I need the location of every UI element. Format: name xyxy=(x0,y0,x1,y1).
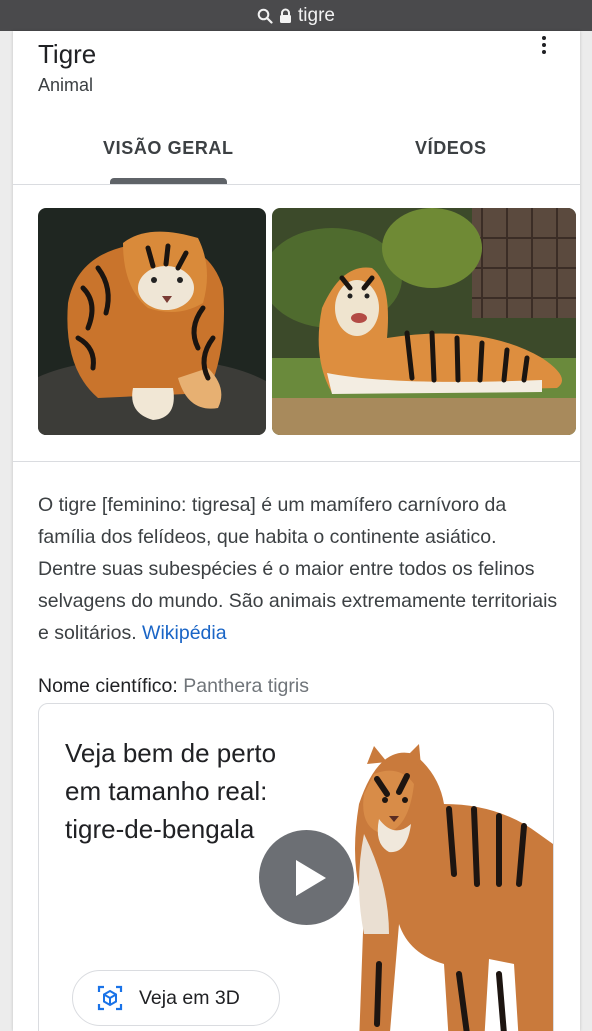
url-text: tigre xyxy=(298,4,335,26)
view-in-3d-label: Veja em 3D xyxy=(139,986,240,1009)
3d-cube-icon xyxy=(97,985,123,1011)
tiger-rock-picture xyxy=(38,208,266,435)
tabs-divider xyxy=(13,184,580,185)
lock-icon xyxy=(280,8,292,23)
tiger-grass-picture xyxy=(272,208,576,435)
tab-overview[interactable]: VISÃO GERAL xyxy=(103,138,234,159)
scientific-name-value: Panthera tigris xyxy=(183,675,309,697)
description-text: O tigre [feminino: tigresa] é um mamífer… xyxy=(38,494,558,644)
tiger-3d-model-picture xyxy=(355,744,553,1031)
wikipedia-link[interactable]: Wikipédia xyxy=(142,622,227,644)
search-icon xyxy=(257,8,273,24)
play-icon[interactable] xyxy=(259,830,354,925)
scientific-name-label: Nome científico: xyxy=(38,675,178,697)
more-options-icon[interactable] xyxy=(532,33,556,57)
entity-description: O tigre [feminino: tigresa] é um mamífer… xyxy=(38,489,558,649)
ar-view-card[interactable]: Veja bem de perto em tamanho real: tigre… xyxy=(38,703,554,1031)
tiger-image-2[interactable] xyxy=(272,208,576,435)
entity-subtitle: Animal xyxy=(38,75,94,95)
images-divider xyxy=(13,461,580,462)
entity-title: Tigre xyxy=(38,39,97,69)
scientific-name-row: Nome científico: Panthera tigris xyxy=(38,675,309,698)
browser-url-bar[interactable]: tigre xyxy=(0,0,592,31)
tab-videos[interactable]: VÍDEOS xyxy=(415,138,487,159)
ar-card-heading: Veja bem de perto em tamanho real: tigre… xyxy=(65,738,277,844)
tiger-image-1[interactable] xyxy=(38,208,266,435)
view-in-3d-button[interactable]: Veja em 3D xyxy=(72,970,280,1026)
knowledge-panel: Tigre Animal VISÃO GERAL VÍDEOS O tigre … xyxy=(13,31,580,1031)
